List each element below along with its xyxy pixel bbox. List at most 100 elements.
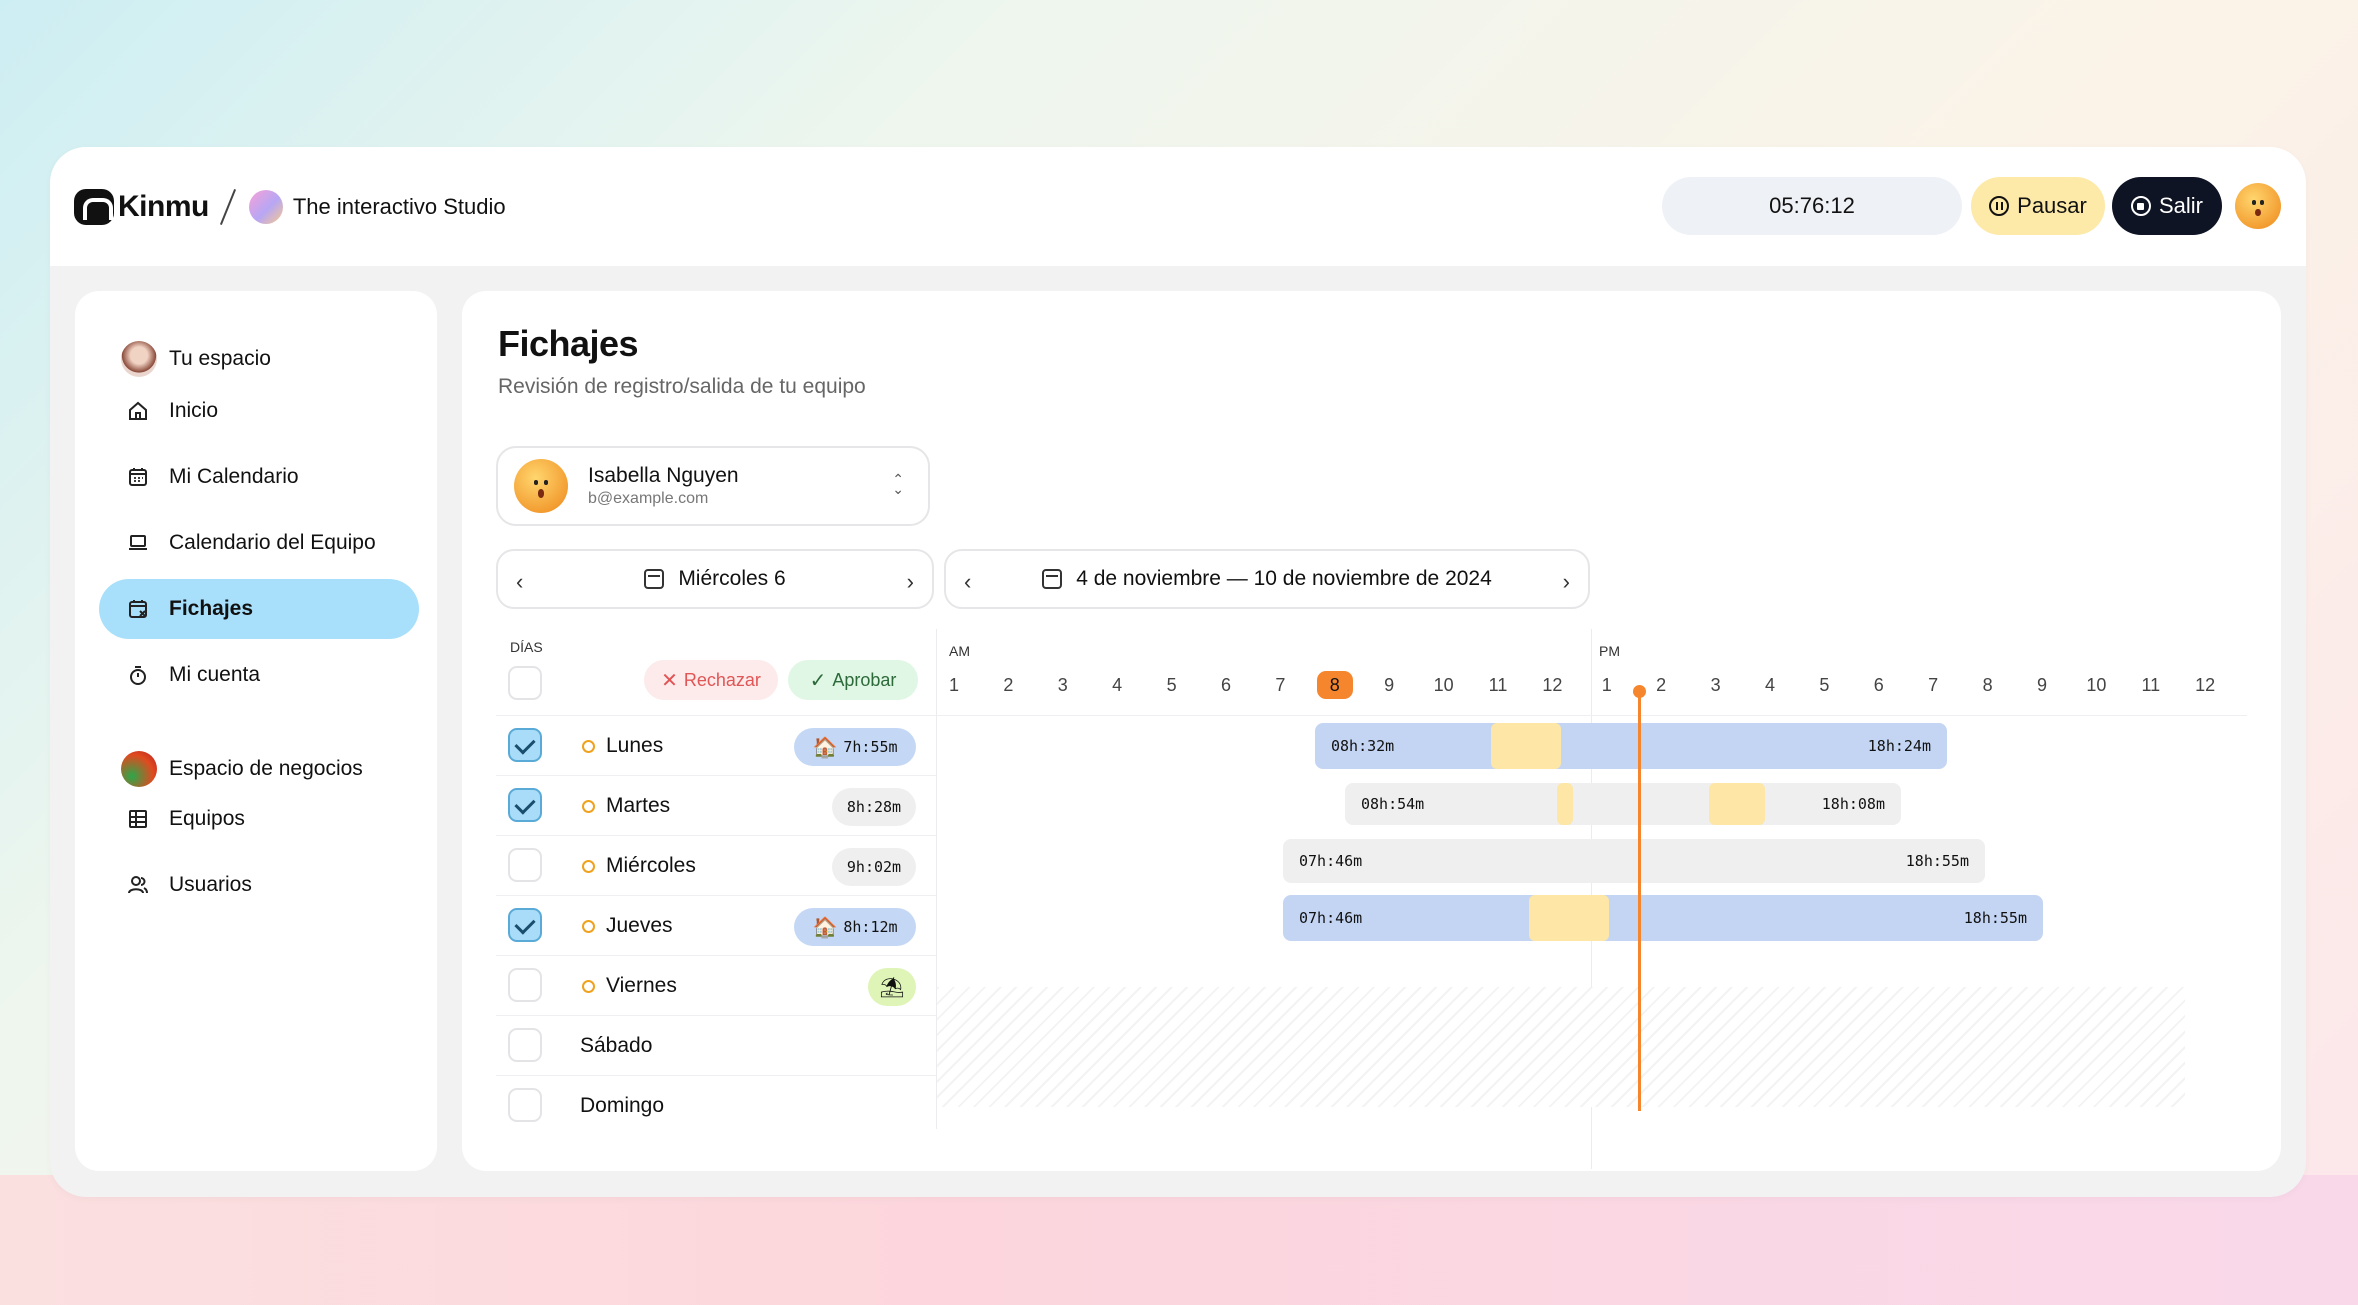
time-entry-bar[interactable]: 07h:46m 18h:55m <box>1283 839 1985 883</box>
bar-start: 07h:46m <box>1299 909 1363 927</box>
hour-tick: 12 <box>2195 675 2216 695</box>
sidebar-item-inicio[interactable]: Inicio <box>99 381 419 441</box>
home-icon <box>127 400 149 422</box>
pause-icon <box>1989 196 2010 216</box>
table-row[interactable]: Lunes 🏠 7h:55m <box>496 715 936 775</box>
chevron-left-icon[interactable]: ‹ <box>964 569 971 595</box>
day-name: Martes <box>606 794 671 817</box>
sidebar-item-label: Mi Calendario <box>169 465 299 488</box>
table-row[interactable]: Domingo <box>496 1075 936 1135</box>
table-row[interactable]: Sábado <box>496 1015 936 1075</box>
hour-tick: 1 <box>1601 675 1612 695</box>
day-name: Viernes <box>606 974 677 997</box>
hour-tick: 11 <box>2141 675 2161 695</box>
approve-button[interactable]: ✓ Aprobar <box>788 660 918 700</box>
personal-space-title: Tu espacio <box>169 347 271 370</box>
pause-block <box>1529 895 1609 941</box>
page-subtitle: Revisión de registro/salida de tu equipo <box>498 375 866 398</box>
weekend-hatch <box>937 987 2185 1107</box>
bar-end: 18h:24m <box>1867 737 1931 755</box>
user-selector[interactable]: Isabella Nguyen b@example.com ⌃ ⌄ <box>496 446 930 526</box>
hour-tick: 6 <box>1220 675 1231 695</box>
beach-icon: ⛱ <box>879 975 905 999</box>
day-name: Lunes <box>606 734 664 757</box>
main-content: Fichajes Revisión de registro/salida de … <box>462 291 2281 1171</box>
current-time-line <box>1638 691 1641 1111</box>
day-name: Sábado <box>580 1034 653 1057</box>
brand-name: Kinmu <box>118 190 209 223</box>
time-entry-bar[interactable]: 08h:54m 18h:08m <box>1345 783 1901 825</box>
kinmu-logo-icon[interactable] <box>74 189 114 225</box>
house-icon: 🏠 <box>812 915 838 939</box>
hour-tick: 12 <box>1542 675 1563 695</box>
pause-button[interactable]: Pausar <box>1971 177 2105 235</box>
row-checkbox[interactable] <box>508 728 542 762</box>
exit-button[interactable]: Salir <box>2112 177 2222 235</box>
row-checkbox[interactable] <box>508 908 542 942</box>
stop-icon <box>2130 196 2151 216</box>
time-entry-bar[interactable]: 07h:46m 18h:55m <box>1283 895 2043 941</box>
day-pager: ‹ Miércoles 6 › <box>496 549 934 609</box>
days-header: DÍAS <box>510 639 543 655</box>
sidebar-item-label: Inicio <box>169 399 219 422</box>
page-title: Fichajes <box>498 323 639 364</box>
sidebar-item-fichajes[interactable]: Fichajes <box>99 579 419 639</box>
pending-status-icon <box>582 920 595 933</box>
workspace-avatar <box>248 190 283 224</box>
bar-start: 08h:54m <box>1361 795 1425 813</box>
row-checkbox[interactable] <box>508 968 542 1002</box>
chevron-right-icon[interactable]: › <box>907 569 914 595</box>
pause-block <box>1709 783 1765 825</box>
table-row[interactable]: Miércoles 9h:02m <box>496 835 936 895</box>
hour-tick: 4 <box>1112 675 1123 695</box>
breadcrumb-separator <box>219 189 236 225</box>
sidebar-item-mi-calendario[interactable]: Mi Calendario <box>99 447 419 507</box>
chevron-updown-icon: ⌃ ⌄ <box>892 471 904 497</box>
reject-button[interactable]: ✕ Rechazar <box>644 660 778 700</box>
sidebar-item-equipos[interactable]: Equipos <box>99 789 419 849</box>
day-name: Jueves <box>606 914 673 937</box>
calendar-icon <box>644 569 665 589</box>
bar-start: 08h:32m <box>1331 737 1395 755</box>
select-all-checkbox[interactable] <box>508 666 542 700</box>
day-name: Miércoles <box>606 854 696 877</box>
table-row[interactable]: Viernes ⛱ <box>496 955 936 1015</box>
calendar-check-icon <box>127 598 149 620</box>
pending-status-icon <box>582 800 595 813</box>
pause-block <box>1557 783 1573 825</box>
timeline: AM PM 1 2 3 4 5 6 7 8 9 10 11 12 1 2 3 4 5 6 7 8 9 10 11 12 08h… <box>936 629 2247 1169</box>
row-checkbox[interactable] <box>508 1028 542 1062</box>
table-row[interactable]: Martes 8h:28m <box>496 775 936 835</box>
bar-end: 18h:08m <box>1821 795 1885 813</box>
sidebar-item-calendario-equipo[interactable]: Calendario del Equipo <box>99 513 419 573</box>
user-avatar[interactable] <box>2235 183 2281 229</box>
week-pager-label: 4 de noviembre — 10 de noviembre de 2024 <box>1076 567 1492 590</box>
pause-label: Pausar <box>2017 193 2087 218</box>
chevron-right-icon[interactable]: › <box>1563 569 1570 595</box>
hour-tick: 3 <box>1057 675 1068 695</box>
row-checkbox[interactable] <box>508 1088 542 1122</box>
app-window: Kinmu The interactivo Studio 05:76:12 Pa… <box>50 147 2306 1197</box>
sidebar-item-label: Calendario del Equipo <box>169 531 376 554</box>
chevron-left-icon[interactable]: ‹ <box>516 569 523 595</box>
hour-tick: 5 <box>1166 675 1177 695</box>
workspace-name[interactable]: The interactivo Studio <box>293 194 506 220</box>
table-row[interactable]: Jueves 🏠 8h:12m <box>496 895 936 955</box>
sidebar-item-mi-cuenta[interactable]: Mi cuenta <box>99 645 419 705</box>
hour-tick: 10 <box>2086 675 2107 695</box>
row-checkbox[interactable] <box>508 848 542 882</box>
personal-space-heading: Tu espacio <box>121 341 271 377</box>
row-checkbox[interactable] <box>508 788 542 822</box>
time-entry-bar[interactable]: 08h:32m 18h:24m <box>1315 723 1947 769</box>
bar-start: 07h:46m <box>1299 852 1363 870</box>
hour-tick: 6 <box>1873 675 1884 695</box>
brand: Kinmu The interactivo Studio <box>74 187 506 227</box>
sidebar-item-usuarios[interactable]: Usuarios <box>99 855 419 915</box>
sidebar-item-label: Equipos <box>169 807 245 830</box>
row-divider <box>937 715 2247 716</box>
hours-badge: 🏠 7h:55m <box>794 728 916 766</box>
work-timer: 05:76:12 <box>1662 177 1962 235</box>
grid-icon <box>127 808 149 830</box>
current-hour-tick: 8 <box>1316 671 1353 699</box>
calendar-icon <box>127 466 149 488</box>
